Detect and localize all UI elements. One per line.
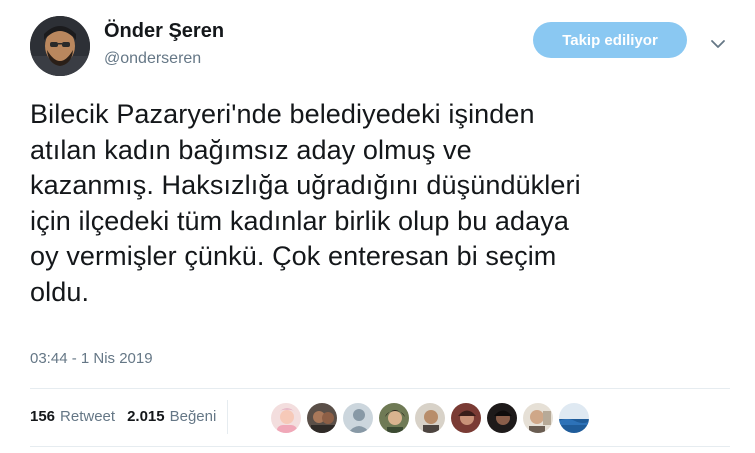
tweet-header: Önder Şeren @onderseren Takip ediliyor (30, 16, 740, 78)
liker-avatar[interactable] (558, 402, 590, 434)
tweet-text-line: oy vermişler çünkü. Çok enteresan bi seç… (30, 241, 557, 271)
tweet-text-line: atılan kadın bağımsız aday olmuş ve (30, 134, 472, 165)
following-button[interactable]: Takip ediliyor (533, 22, 687, 58)
liker-avatars (270, 402, 594, 434)
liker-avatar[interactable] (306, 402, 338, 434)
liker-avatar[interactable] (342, 402, 374, 434)
divider (30, 446, 730, 447)
retweet-label[interactable]: Retweet (60, 408, 115, 425)
liker-avatar[interactable] (450, 402, 482, 434)
liker-avatar[interactable] (486, 402, 518, 434)
liker-avatar[interactable] (378, 402, 410, 434)
tweet-text-line: kazanmış. Haksızlığa uğradığını düşündük… (30, 170, 581, 200)
stats-separator (227, 400, 228, 434)
liker-avatar[interactable] (522, 402, 554, 434)
tweet-text-line: oldu. (30, 276, 90, 307)
tweet-stats: 156 Retweet 2.015 Beğeni (30, 408, 228, 425)
author-avatar-image (30, 16, 90, 76)
tweet-text-line: için ilçedeki tüm kadınlar birlik olup b… (30, 205, 569, 236)
tweet-text: Bilecik Pazaryeri'nde belediyedeki işind… (30, 97, 730, 310)
author-avatar[interactable] (30, 16, 90, 76)
divider (30, 388, 730, 389)
liker-avatar[interactable] (270, 402, 302, 434)
liker-avatar[interactable] (414, 402, 446, 434)
retweet-count[interactable]: 156 (30, 408, 55, 425)
like-count[interactable]: 2.015 (127, 408, 165, 425)
like-label[interactable]: Beğeni (170, 408, 217, 425)
chevron-down-icon[interactable] (708, 36, 728, 52)
tweet-text-line: Bilecik Pazaryeri'nde belediyedeki işind… (30, 99, 535, 129)
author-name[interactable]: Önder Şeren (104, 20, 224, 43)
tweet-timestamp[interactable]: 03:44 - 1 Nis 2019 (30, 350, 153, 367)
author-handle[interactable]: @onderseren (104, 50, 201, 68)
